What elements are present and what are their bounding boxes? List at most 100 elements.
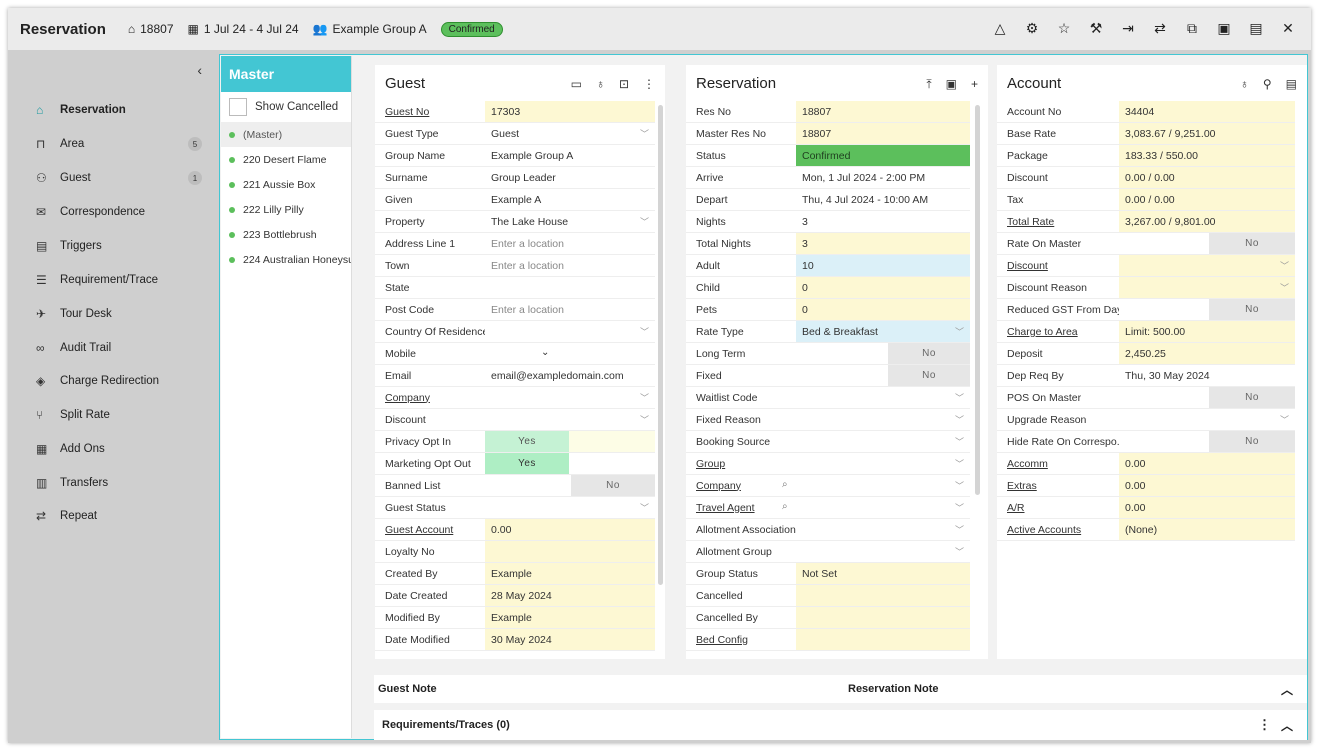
given-field[interactable]: Example A (485, 189, 655, 210)
field-label[interactable]: Charge to Area (997, 321, 1119, 342)
sidebar-item-correspondence[interactable]: ✉ Correspondence (36, 202, 204, 222)
sidebar-item-triggers[interactable]: ▤ Triggers (36, 236, 204, 256)
rate-on-master-toggle[interactable]: No (1119, 233, 1295, 254)
charge-area-field[interactable]: Limit: 500.00 (1119, 321, 1295, 342)
privacy-toggle[interactable]: Yes (485, 431, 655, 452)
email-field[interactable]: email@exampledomain.com (485, 365, 655, 386)
save-close-icon[interactable]: ▤ (1247, 20, 1265, 37)
field-label[interactable]: Extras (997, 475, 1119, 496)
field-label[interactable]: Active Accounts (997, 519, 1119, 540)
town-input[interactable]: Enter a location (485, 255, 655, 276)
group-name-field[interactable]: Example Group A (485, 145, 655, 166)
property-select[interactable]: The Lake House ﹀ (485, 211, 655, 232)
sidebar-item-guest[interactable]: ⚇ Guest 1 (36, 168, 204, 188)
list-item[interactable]: 224 Australian Honeysuc (221, 247, 351, 272)
group-select[interactable]: ﹀ (796, 453, 970, 474)
list-item[interactable]: 220 Desert Flame (221, 147, 351, 172)
pets-field[interactable]: 0 (796, 299, 970, 320)
settings-icon[interactable]: ⚙ (1023, 20, 1041, 37)
add-icon[interactable]: + (971, 77, 978, 92)
guest-scrollbar[interactable] (658, 105, 663, 585)
guest-account-field[interactable]: 0.00 (485, 519, 655, 540)
money-bag-icon[interactable]: ♁ (1240, 77, 1249, 91)
country-select[interactable]: ﹀ (485, 321, 655, 342)
fixed-reason-select[interactable]: ﹀ (796, 409, 970, 430)
list-item[interactable]: (Master) (221, 122, 351, 147)
sidebar-item-tour-desk[interactable]: ✈ Tour Desk (36, 304, 204, 324)
save-icon[interactable]: ▣ (1215, 20, 1233, 37)
warning-icon[interactable]: △ (991, 20, 1009, 37)
receipt-icon[interactable]: ▤ (1286, 77, 1297, 91)
reservation-scrollbar[interactable] (975, 105, 980, 495)
sidebar-item-repeat[interactable]: ⇄ Repeat (36, 506, 204, 526)
chevron-down-icon[interactable]: ⌄ (541, 347, 549, 358)
requirements-bar[interactable]: Requirements/Traces (0) ⋮ ︿ (374, 710, 1307, 740)
marketing-toggle[interactable]: Yes (485, 453, 655, 474)
calendar-icon[interactable]: ▣ (946, 77, 957, 92)
search-icon[interactable]: ⌕ (782, 479, 788, 490)
transfer-icon[interactable]: ⇄ (1151, 20, 1169, 37)
pos-toggle[interactable]: No (1119, 387, 1295, 408)
arrive-field[interactable]: Mon, 1 Jul 2024 - 2:00 PM (796, 167, 970, 188)
field-label[interactable]: Accomm (997, 453, 1119, 474)
rate-type-select[interactable]: Bed & Breakfast ﹀ (796, 321, 970, 342)
collapse-sidebar-icon[interactable]: ‹ (197, 62, 202, 78)
guest-status-select[interactable]: ﹀ (485, 497, 655, 518)
postcode-input[interactable]: Enter a location (485, 299, 655, 320)
reduced-gst-no[interactable]: No (1209, 299, 1295, 320)
fixed-toggle[interactable]: No (796, 365, 970, 386)
id-icon[interactable]: ⊡ (619, 77, 629, 91)
upgrade-select[interactable]: ﹀ (1119, 409, 1295, 430)
card-icon[interactable]: ▭ (571, 77, 582, 91)
money-bag-icon[interactable]: ♁ (596, 77, 605, 91)
privacy-blank[interactable] (569, 431, 655, 452)
sidebar-item-requirement[interactable]: ☰ Requirement/Trace (36, 270, 204, 290)
company-select[interactable]: ﹀ (485, 387, 655, 408)
privacy-yes[interactable]: Yes (485, 431, 569, 452)
depart-field[interactable]: Thu, 4 Jul 2024 - 10:00 AM (796, 189, 970, 210)
field-label[interactable]: A/R (997, 497, 1119, 518)
show-cancelled-toggle[interactable]: Show Cancelled (221, 92, 351, 122)
show-cancelled-checkbox[interactable] (229, 98, 247, 116)
marketing-yes[interactable]: Yes (485, 453, 569, 474)
banned-no[interactable]: No (571, 475, 655, 496)
chevron-up-icon[interactable]: ︿ (1281, 717, 1293, 734)
person-tag-icon[interactable]: ⚲ (1263, 77, 1272, 91)
close-icon[interactable]: ✕ (1279, 20, 1297, 37)
state-input[interactable] (485, 277, 655, 298)
deposit-field[interactable]: 2,450.25 (1119, 343, 1295, 364)
sidebar-item-split-rate[interactable]: ⑂ Split Rate (36, 405, 204, 425)
travel-agent-select[interactable]: ﹀ (796, 497, 970, 518)
rate-on-master-no[interactable]: No (1209, 233, 1295, 254)
guest-no-field[interactable]: 17303 (485, 101, 655, 122)
login-icon[interactable]: ⇥ (1119, 20, 1137, 37)
res-company-select[interactable]: ﹀ (796, 475, 970, 496)
copy-icon[interactable]: ⧉ (1183, 20, 1201, 37)
sidebar-item-reservation[interactable]: ⌂ Reservation (36, 100, 204, 120)
hide-rate-toggle[interactable]: No (1119, 431, 1295, 452)
mobile-input[interactable]: ⌄ (485, 343, 655, 364)
more-icon[interactable]: ⋮ (1258, 717, 1271, 733)
allotment-assoc-select[interactable]: ﹀ (796, 519, 970, 540)
reduced-gst-toggle[interactable]: No (1119, 299, 1295, 320)
discount-select[interactable]: ﹀ (485, 409, 655, 430)
fixed-no[interactable]: No (888, 365, 970, 386)
surname-field[interactable]: Group Leader (485, 167, 655, 188)
tools-icon[interactable]: ⚒ (1087, 20, 1105, 37)
dep-req-field[interactable]: Thu, 30 May 2024 (1119, 365, 1295, 386)
allotment-group-select[interactable]: ﹀ (796, 541, 970, 562)
address-input[interactable]: Enter a location (485, 233, 655, 254)
star-icon[interactable]: ☆ (1055, 20, 1073, 37)
discount-reason-select[interactable]: ﹀ (1119, 277, 1295, 298)
pos-no[interactable]: No (1209, 387, 1295, 408)
sidebar-item-add-ons[interactable]: ▦ Add Ons (36, 439, 204, 459)
more-icon[interactable]: ⋮ (643, 77, 655, 91)
long-term-no[interactable]: No (888, 343, 970, 364)
sidebar-item-area[interactable]: ⊓ Area 5 (36, 134, 204, 154)
sidebar-item-charge-redirection[interactable]: ◈ Charge Redirection (36, 371, 204, 391)
acc-discount-select[interactable]: ﹀ (1119, 255, 1295, 276)
nights-field[interactable]: 3 (796, 211, 970, 232)
long-term-toggle[interactable]: No (796, 343, 970, 364)
notes-bar[interactable]: Guest Note Reservation Note ︿ (374, 675, 1307, 703)
field-label[interactable]: Bed Config (686, 629, 796, 650)
